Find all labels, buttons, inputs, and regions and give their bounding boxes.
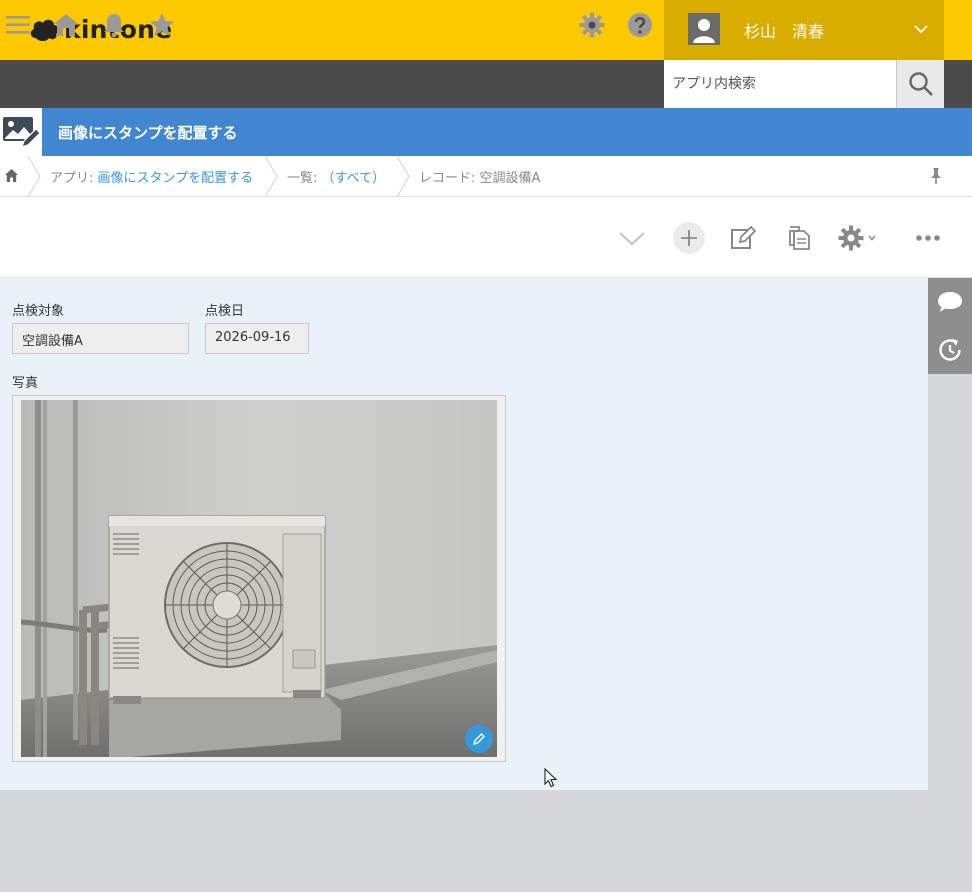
add-record-button[interactable] bbox=[673, 222, 705, 254]
breadcrumb-record: レコード: 空調設備A bbox=[419, 171, 541, 186]
menu-icon[interactable] bbox=[5, 12, 31, 38]
more-icon bbox=[916, 235, 940, 241]
mouse-cursor-icon bbox=[544, 768, 558, 788]
air-conditioner-photo[interactable] bbox=[21, 400, 497, 757]
gear-icon bbox=[838, 225, 864, 251]
record-settings-button[interactable] bbox=[838, 222, 886, 254]
field-value-inspection-date: 2026-09-16 bbox=[205, 323, 309, 354]
breadcrumb-list-prefix: 一覧: bbox=[287, 171, 322, 186]
history-icon bbox=[939, 339, 961, 361]
home-icon[interactable] bbox=[4, 168, 19, 183]
field-value-inspection-target: 空調設備A bbox=[12, 323, 189, 354]
pencil-icon bbox=[472, 733, 485, 746]
history-button[interactable] bbox=[928, 326, 972, 374]
chevron-down-icon bbox=[868, 235, 876, 241]
breadcrumb-separator bbox=[396, 156, 410, 197]
search-icon bbox=[908, 72, 933, 96]
breadcrumb-app: アプリ: 画像にスタンプを配置する bbox=[50, 167, 253, 186]
home-icon[interactable] bbox=[53, 12, 79, 38]
app-title: 画像にスタンプを配置する bbox=[58, 124, 238, 142]
image-edit-icon bbox=[3, 117, 40, 148]
chevron-down-icon bbox=[619, 232, 645, 246]
field-label-photo: 写真 bbox=[12, 376, 39, 391]
field-label-inspection-date: 点検日 bbox=[205, 304, 245, 319]
record-nav-chevron-button[interactable] bbox=[616, 222, 648, 254]
top-header: kintone 杉山 清春 bbox=[0, 0, 972, 60]
user-icon bbox=[688, 13, 720, 45]
field-label-inspection-target: 点検対象 bbox=[12, 304, 65, 319]
edit-icon bbox=[731, 225, 756, 249]
user-name: 杉山 清春 bbox=[744, 22, 825, 41]
user-menu-button[interactable]: 杉山 清春 bbox=[664, 0, 944, 60]
breadcrumb-list-link[interactable]: （すべて） bbox=[322, 171, 386, 186]
edit-record-button[interactable] bbox=[727, 222, 759, 254]
copy-record-button[interactable] bbox=[783, 222, 815, 254]
more-actions-button[interactable] bbox=[912, 222, 944, 254]
chevron-down-icon bbox=[914, 25, 928, 34]
app-search-input[interactable] bbox=[664, 60, 896, 108]
record-toolbar bbox=[0, 197, 972, 278]
search-button[interactable] bbox=[896, 60, 944, 108]
copy-icon bbox=[789, 226, 810, 250]
plus-icon bbox=[681, 230, 697, 246]
bell-icon[interactable] bbox=[101, 12, 127, 38]
gear-icon[interactable] bbox=[579, 12, 605, 38]
app-search-box bbox=[664, 60, 896, 108]
breadcrumb-separator bbox=[264, 156, 278, 197]
avatar bbox=[688, 13, 720, 45]
breadcrumb-list: 一覧: （すべて） bbox=[287, 167, 385, 186]
pin-icon[interactable] bbox=[928, 167, 944, 185]
help-icon[interactable] bbox=[627, 12, 653, 38]
breadcrumb-app-prefix: アプリ: bbox=[50, 171, 98, 186]
comments-button[interactable] bbox=[928, 278, 972, 326]
breadcrumb-separator bbox=[27, 156, 41, 197]
breadcrumb-app-link[interactable]: 画像にスタンプを配置する bbox=[98, 171, 254, 186]
app-icon[interactable] bbox=[0, 108, 42, 156]
photo-edit-button[interactable] bbox=[465, 725, 493, 753]
star-icon[interactable] bbox=[149, 12, 175, 38]
comment-icon bbox=[938, 292, 962, 312]
